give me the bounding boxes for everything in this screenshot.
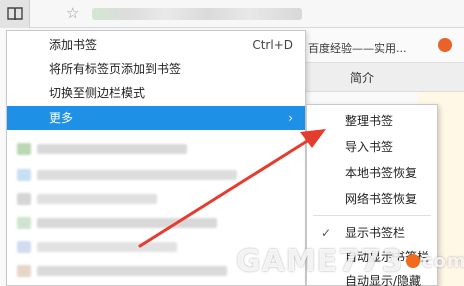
watermark-suffix: com — [421, 250, 464, 272]
watermark-logo: GAME773 com — [236, 243, 464, 279]
watermark-text: GAME773 — [236, 243, 404, 279]
watermark-dot-icon — [405, 254, 420, 268]
